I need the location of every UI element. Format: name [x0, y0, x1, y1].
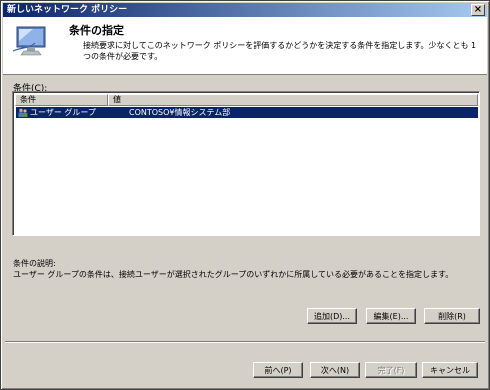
row-value: CONTOSO¥情報システム部 [129, 108, 231, 117]
condition-description-text: ユーザー グループの条件は、接続ユーザーが選択されたグループのいずれかに所属して… [13, 270, 454, 279]
conditions-list[interactable]: 条件 値 ユーザー グループ CONTOSO¥情報システム部 [12, 91, 480, 236]
list-item[interactable]: ユーザー グループ CONTOSO¥情報システム部 [16, 107, 478, 118]
page-title: 条件の指定 [69, 24, 124, 37]
wizard-header: 条件の指定 接続要求に対してこのネットワーク ポリシーを評価するかどうかを決定す… [3, 17, 487, 75]
page-description: 接続要求に対してこのネットワーク ポリシーを評価するかどうかを決定する条件を指定… [83, 41, 477, 61]
column-header-condition[interactable]: 条件 [15, 94, 108, 106]
user-group-icon [18, 108, 28, 117]
back-button[interactable]: 前へ(P) [253, 362, 303, 378]
list-header: 条件 値 [15, 94, 478, 106]
title-bar[interactable]: 新しいネットワーク ポリシー × [3, 3, 487, 17]
column-header-value[interactable]: 値 [108, 94, 478, 106]
separator [5, 341, 485, 343]
close-icon: × [473, 4, 483, 15]
next-button[interactable]: 次へ(N) [310, 362, 360, 378]
dialog-window: 新しいネットワーク ポリシー × 条件の指定 接続要求に対してこのネットワーク … [0, 0, 490, 390]
row-condition: ユーザー グループ [30, 108, 96, 117]
condition-description-label: 条件の説明: [13, 259, 56, 268]
window-title: 新しいネットワーク ポリシー [7, 5, 128, 15]
delete-button[interactable]: 削除(R) [424, 308, 480, 324]
finish-button: 完了(F) [365, 362, 417, 378]
cancel-button[interactable]: キャンセル [422, 362, 478, 378]
edit-button[interactable]: 編集(E)... [366, 308, 416, 324]
monitor-icon [12, 26, 46, 56]
add-button[interactable]: 追加(D)... [307, 308, 357, 324]
close-button[interactable]: × [471, 4, 485, 16]
